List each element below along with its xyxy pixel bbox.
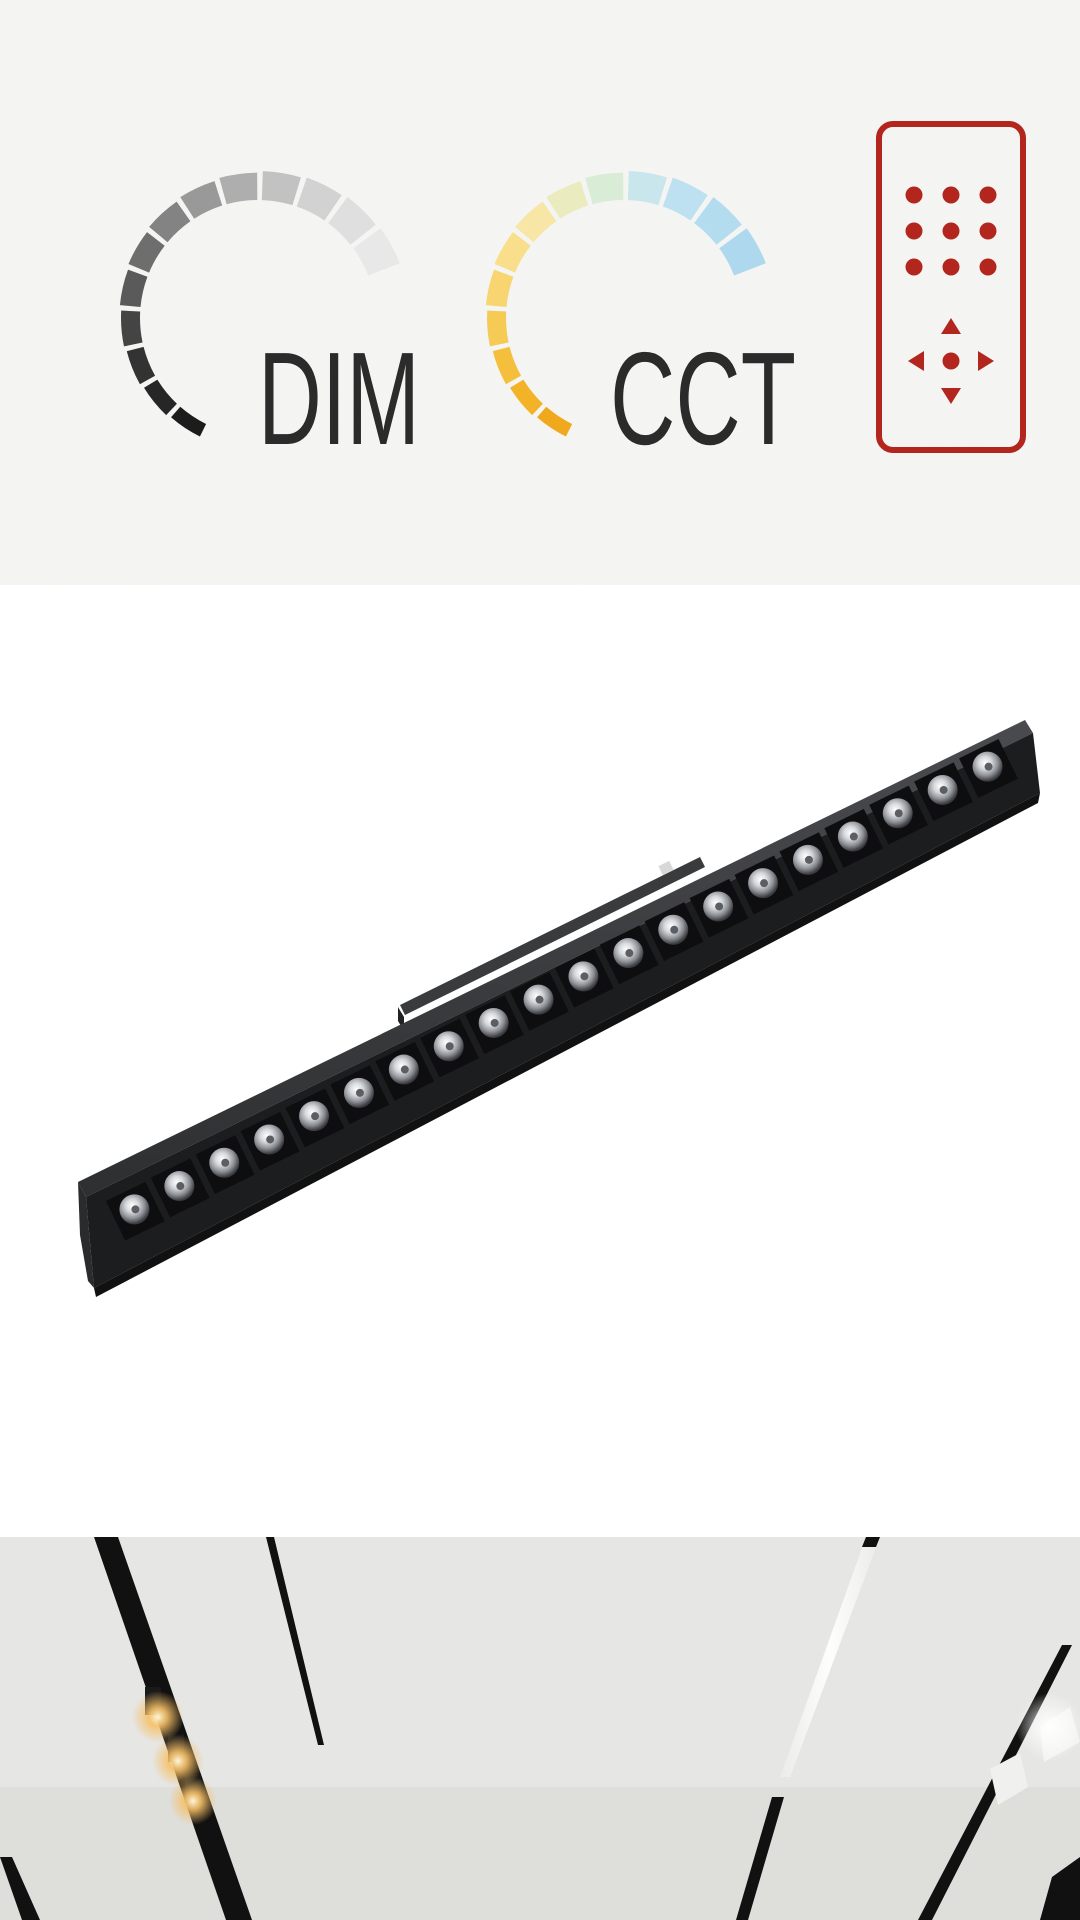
dial-segment <box>487 310 509 347</box>
linear-track-light <box>78 720 1040 1297</box>
ceiling-track-lights-photo <box>0 1537 1080 1920</box>
dial-segment <box>120 310 143 347</box>
dim-label: DIM <box>258 325 420 472</box>
product-image <box>0 585 1080 1537</box>
features-banner: DIM CCT <box>0 0 1080 585</box>
cct-label: CCT <box>610 325 796 472</box>
